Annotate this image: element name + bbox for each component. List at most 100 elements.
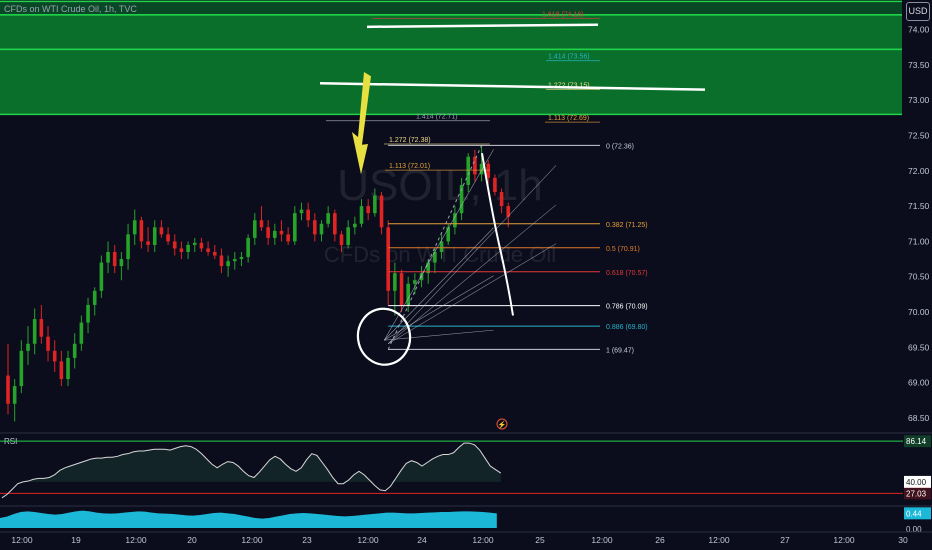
fib-extension-label: 1.618 (74.16) <box>542 11 584 18</box>
candle-body <box>413 280 417 284</box>
time-axis-tick: 23 <box>302 535 312 545</box>
candle-body <box>19 350 24 387</box>
candle-body <box>206 248 210 252</box>
time-axis-tick: 26 <box>655 535 665 545</box>
candle-body <box>339 234 344 245</box>
price-axis-tick: 73.00 <box>908 95 930 105</box>
candle-body <box>239 256 244 260</box>
candle-body <box>266 227 270 238</box>
candle-body <box>313 220 317 235</box>
time-axis-tick: 20 <box>187 535 197 545</box>
candle-body <box>166 234 170 242</box>
lower-indicator-tick: 0.00 <box>906 525 922 534</box>
candle-body <box>59 361 64 380</box>
candle-body <box>486 163 491 178</box>
candle-body <box>146 241 150 245</box>
time-axis-tick: 30 <box>898 535 908 545</box>
chart-canvas[interactable]: USOIL, 1hCFDs on WTI Crude Oil0 (72.36)0… <box>0 0 932 550</box>
candle-body <box>92 290 97 305</box>
candle-body <box>72 343 77 358</box>
fib-extension-label: 1.414 (72.71) <box>416 114 458 121</box>
candle-body <box>152 227 157 245</box>
candle-body <box>499 192 504 207</box>
fib-level-label: 1 (69.47) <box>606 347 634 354</box>
symbol-header: CFDs on WTI Crude Oil, 1h, TVC <box>4 4 137 14</box>
price-axis-tick: 68.50 <box>908 413 930 423</box>
candle-body <box>393 273 397 291</box>
fib-level-label: 0.382 (71.25) <box>606 222 648 229</box>
currency-button[interactable]: USD <box>906 2 930 21</box>
price-axis-tick: 70.00 <box>908 307 930 317</box>
candle-body <box>199 242 204 249</box>
time-axis-tick: 19 <box>71 535 81 545</box>
fib-level-label: 0.786 (70.09) <box>606 304 648 311</box>
candle-body <box>159 227 164 235</box>
candle-body <box>466 156 471 185</box>
time-axis-tick: 12:00 <box>591 535 613 545</box>
candle-body <box>226 261 230 267</box>
candle-body <box>172 241 177 249</box>
fib-level-label: 0 (72.36) <box>606 143 634 150</box>
candle-body <box>286 234 290 242</box>
candle-body <box>186 244 190 252</box>
time-axis-tick: 12:00 <box>125 535 147 545</box>
price-axis-tick: 74.00 <box>908 25 930 35</box>
candle-body <box>126 234 130 260</box>
candle-body <box>212 252 217 256</box>
price-axis-tick: 72.50 <box>908 131 930 141</box>
price-axis-tick: 70.50 <box>908 272 930 282</box>
candle-body <box>192 242 197 245</box>
candle-body <box>252 220 257 238</box>
candle-body <box>379 195 384 228</box>
candle-body <box>259 220 264 228</box>
fib-extension-label: 1.272 (72.38) <box>389 137 431 144</box>
candle-body <box>493 177 497 192</box>
candle-body <box>333 213 337 235</box>
candle-body <box>39 319 44 337</box>
time-axis-tick: 12:00 <box>357 535 379 545</box>
candle-body <box>346 227 350 245</box>
rsi-tick-label: 40.00 <box>906 478 927 487</box>
fib-level-label: 0.618 (70.57) <box>606 270 648 277</box>
time-axis-tick: 12:00 <box>472 535 494 545</box>
lower-indicator-tick: 0.44 <box>906 509 922 518</box>
candle-body <box>46 336 50 351</box>
time-axis-tick: 12:00 <box>708 535 730 545</box>
time-axis-tick: 24 <box>417 535 427 545</box>
candle-body <box>139 220 144 242</box>
candle-body <box>26 343 30 351</box>
price-axis-tick: 71.00 <box>908 236 930 246</box>
candle-body <box>86 304 90 323</box>
candle-body <box>293 213 297 242</box>
candle-body <box>119 259 124 267</box>
candle-body <box>306 209 310 221</box>
candle-body <box>219 255 224 267</box>
rsi-tick-label: 86.14 <box>906 437 927 446</box>
candle-body <box>359 206 364 224</box>
fib-extension-label: 1.113 (72.01) <box>389 163 430 170</box>
candle-body <box>273 230 277 238</box>
resistance-zone <box>0 49 902 115</box>
time-axis-tick: 12:00 <box>833 535 855 545</box>
fib-level-label: 0.5 (70.91) <box>606 246 640 253</box>
price-axis-tick: 73.50 <box>908 60 930 70</box>
candle-body <box>319 223 324 235</box>
candle-body <box>99 262 104 291</box>
time-axis-tick: 12:00 <box>241 535 263 545</box>
candle-body <box>406 283 410 305</box>
fib-extension-label: 1.113 (72.69) <box>548 115 589 122</box>
candle-body <box>112 252 117 267</box>
candle-body <box>106 252 110 263</box>
candle-body <box>232 259 237 262</box>
fib-level-label: 0.886 (69.80) <box>606 324 648 331</box>
candle-body <box>246 237 250 257</box>
candle-body <box>279 230 284 235</box>
candle-body <box>386 227 390 291</box>
tradingview-chart[interactable]: USOIL, 1h CFDs on WTI Crude Oil 0 (72.36) 0… <box>0 0 932 550</box>
candle-body <box>353 223 357 228</box>
candle-body <box>399 273 404 305</box>
candle-body <box>299 209 304 214</box>
candle-body <box>366 206 370 214</box>
time-axis-tick: 25 <box>535 535 545 545</box>
candle-body <box>132 220 137 235</box>
